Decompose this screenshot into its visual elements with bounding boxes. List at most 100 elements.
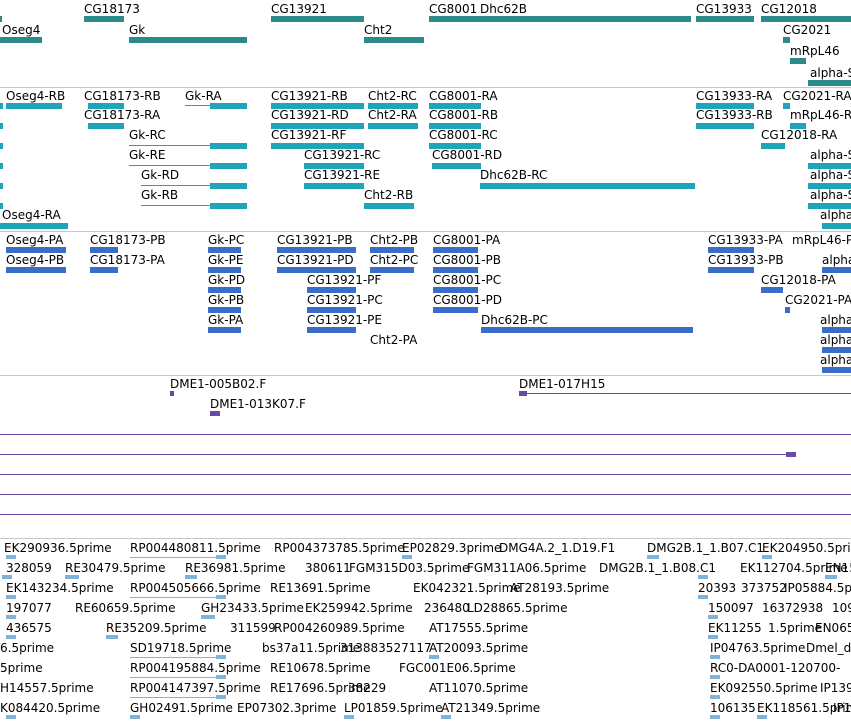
transcript-feature[interactable] [429, 123, 481, 129]
transcript-feature[interactable] [429, 103, 481, 109]
gene-feature[interactable] [129, 37, 247, 43]
protein-feature[interactable] [822, 267, 851, 273]
protein-feature[interactable] [433, 307, 478, 313]
protein-feature[interactable] [433, 267, 478, 273]
gene-feature[interactable] [429, 16, 691, 22]
est-feature[interactable] [6, 595, 16, 599]
transcript-feature[interactable] [822, 223, 851, 229]
transcript-feature[interactable] [429, 143, 481, 149]
transcript-feature[interactable] [0, 223, 68, 229]
est-feature[interactable] [708, 635, 718, 639]
est-feature[interactable] [216, 595, 226, 599]
transcript-feature[interactable] [696, 123, 754, 129]
gene-feature[interactable] [790, 58, 806, 64]
est-feature[interactable] [710, 655, 720, 659]
est-feature[interactable] [710, 675, 720, 679]
est-feature[interactable] [402, 555, 412, 559]
gene-oseg4-left-bar[interactable] [0, 16, 2, 22]
transcript-feature[interactable] [368, 103, 418, 109]
protein-feature[interactable] [708, 267, 754, 273]
gene-feature[interactable] [761, 16, 851, 22]
transcript-feature[interactable] [432, 163, 481, 169]
est-feature[interactable] [6, 555, 16, 559]
est-feature[interactable] [2, 575, 12, 579]
protein-feature[interactable] [307, 307, 356, 313]
est-feature[interactable] [106, 635, 118, 639]
est-feature[interactable] [429, 655, 439, 659]
transcript-feature[interactable] [0, 183, 3, 189]
protein-feature[interactable] [307, 327, 356, 333]
est-feature[interactable] [6, 715, 16, 719]
est-feature[interactable] [65, 575, 79, 579]
transcript-feature[interactable] [790, 123, 806, 129]
protein-feature[interactable] [90, 267, 118, 273]
transcript-feature[interactable] [304, 163, 364, 169]
est-feature[interactable] [344, 715, 354, 719]
transcript-feature[interactable] [271, 143, 364, 149]
transcript-feature[interactable] [210, 203, 247, 209]
est-feature[interactable] [6, 615, 16, 619]
transcript-feature[interactable] [783, 103, 790, 109]
est-feature[interactable] [698, 595, 708, 599]
protein-feature[interactable] [208, 327, 241, 333]
protein-feature[interactable] [433, 287, 478, 293]
transcript-feature[interactable] [0, 123, 3, 129]
transcript-feature[interactable] [88, 123, 124, 129]
gene-feature[interactable] [783, 37, 790, 43]
est-feature[interactable] [216, 555, 226, 559]
gene-feature[interactable] [808, 80, 851, 86]
gene-feature[interactable] [364, 37, 424, 43]
transcript-feature[interactable] [480, 183, 695, 189]
transcript-feature[interactable] [271, 103, 364, 109]
protein-feature[interactable] [208, 267, 241, 273]
transcript-feature[interactable] [6, 103, 62, 109]
protein-feature[interactable] [708, 247, 754, 253]
protein-feature[interactable] [370, 247, 414, 253]
protein-feature[interactable] [6, 267, 66, 273]
est-feature[interactable] [6, 635, 16, 639]
protein-feature[interactable] [370, 267, 414, 273]
protein-feature[interactable] [208, 247, 241, 253]
est-feature[interactable] [441, 715, 451, 719]
est-feature[interactable] [201, 615, 215, 619]
est-feature[interactable] [185, 575, 197, 579]
est-feature[interactable] [762, 555, 772, 559]
transcript-feature[interactable] [304, 183, 364, 189]
protein-feature[interactable] [307, 287, 356, 293]
transcript-feature[interactable] [0, 143, 3, 149]
protein-feature[interactable] [761, 287, 783, 293]
clone-feature[interactable] [786, 452, 796, 457]
est-feature[interactable] [757, 715, 767, 719]
clone-feature[interactable] [170, 391, 174, 396]
est-feature[interactable] [710, 695, 720, 699]
transcript-feature[interactable] [696, 103, 754, 109]
est-feature[interactable] [708, 615, 718, 619]
gene-feature[interactable] [271, 16, 364, 22]
gene-feature[interactable] [84, 16, 124, 22]
transcript-feature[interactable] [0, 203, 3, 209]
protein-feature[interactable] [90, 247, 118, 253]
protein-feature[interactable] [208, 307, 241, 313]
transcript-feature[interactable] [761, 143, 785, 149]
transcript-feature[interactable] [808, 183, 851, 189]
transcript-feature[interactable] [210, 143, 247, 149]
est-feature[interactable] [698, 575, 708, 579]
protein-feature[interactable] [433, 247, 478, 253]
clone-feature[interactable] [519, 391, 527, 396]
protein-feature[interactable] [6, 247, 66, 253]
transcript-feature[interactable] [368, 123, 418, 129]
protein-feature[interactable] [277, 267, 356, 273]
est-feature[interactable] [710, 715, 720, 719]
transcript-feature[interactable] [271, 123, 364, 129]
transcript-feature[interactable] [210, 103, 247, 109]
transcript-feature[interactable] [88, 103, 124, 109]
protein-feature[interactable] [277, 247, 356, 253]
est-feature[interactable] [825, 575, 837, 579]
protein-feature[interactable] [822, 327, 851, 333]
protein-feature[interactable] [822, 367, 851, 373]
clone-feature[interactable] [210, 411, 220, 416]
transcript-feature[interactable] [210, 183, 247, 189]
transcript-feature[interactable] [210, 163, 247, 169]
protein-feature[interactable] [208, 287, 241, 293]
transcript-feature[interactable] [364, 203, 414, 209]
